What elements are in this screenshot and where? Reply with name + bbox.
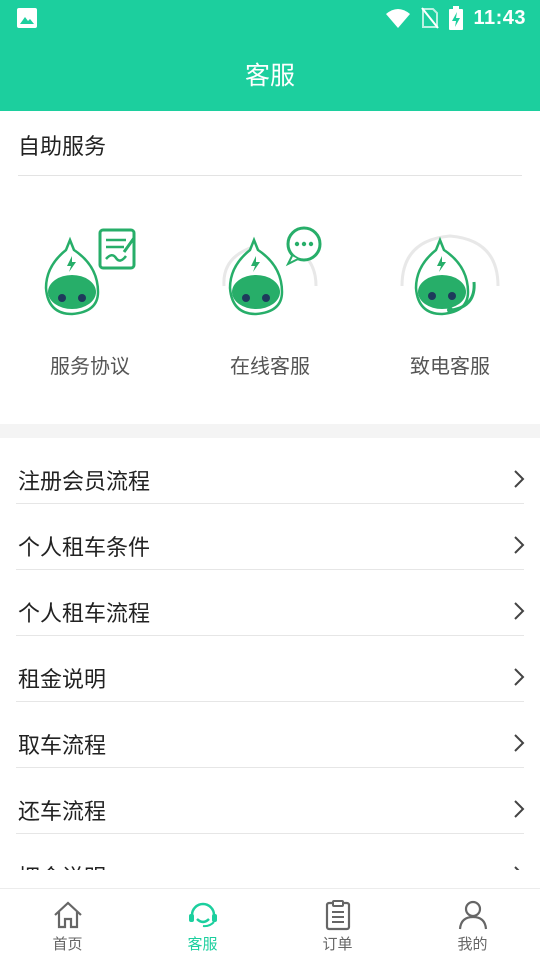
chevron-right-icon [514,602,525,620]
section-title: 自助服务 [18,135,107,160]
list-item[interactable]: 还车流程 [0,768,540,834]
chevron-right-icon [514,668,525,686]
agreement-icon [44,228,136,316]
chevron-right-icon [514,734,525,752]
wifi-icon [386,9,411,28]
list-item-label: 注册会员流程 [18,470,151,495]
service-label: 致电客服 [410,354,490,378]
no-sim-icon [421,7,440,29]
chat-icon [222,226,322,316]
faq-list: 注册会员流程 个人租车条件 个人租车流程 租金说明 取车流程 还车流程 押金说明 [0,438,540,870]
person-icon [458,900,487,930]
list-item[interactable]: 个人租车条件 [0,504,540,570]
chevron-right-icon [514,800,525,818]
list-item-label: 取车流程 [18,734,107,759]
service-online-chat[interactable]: 在线客服 [180,176,360,424]
service-label: 在线客服 [230,354,310,378]
chevron-right-icon [514,866,520,870]
nav-profile[interactable]: 我的 [405,889,540,960]
list-item-label: 个人租车流程 [18,602,151,627]
service-agreement[interactable]: 服务协议 [0,176,180,424]
list-item-label: 押金说明 [18,860,106,870]
battery-charging-icon [449,6,464,30]
customer-service-icon [188,902,217,928]
list-item-label: 个人租车条件 [18,536,151,561]
list-item[interactable]: 个人租车流程 [0,570,540,636]
page-title: 客服 [244,61,295,90]
headset-icon [400,234,500,316]
list-item[interactable]: 租金说明 [0,636,540,702]
nav-label: 我的 [457,935,488,953]
self-service-grid: 服务协议 在线客服 致电客服 [0,176,540,424]
nav-label: 订单 [322,935,353,953]
nav-home[interactable]: 首页 [0,889,135,960]
nav-label: 客服 [187,935,218,953]
list-item[interactable]: 取车流程 [0,702,540,768]
clipboard-icon [325,900,350,931]
chevron-right-icon [514,470,525,488]
gallery-icon [17,8,37,28]
service-phone[interactable]: 致电客服 [360,176,540,424]
list-item[interactable]: 押金说明 [0,834,540,870]
service-label: 服务协议 [50,354,130,378]
clock: 11:43 [473,6,526,29]
nav-orders[interactable]: 订单 [270,889,405,960]
section-separator [0,424,540,438]
nav-label: 首页 [52,935,83,953]
bottom-nav: 首页 客服 订单 我的 [0,888,540,960]
app-bar: 客服 [0,36,540,111]
chevron-right-icon [514,536,525,554]
home-icon [53,901,82,929]
list-item-label: 还车流程 [18,800,107,825]
status-bar: 11:43 [0,0,540,36]
self-service-header: 自助服务 [0,111,540,175]
nav-customer-service[interactable]: 客服 [135,889,270,960]
list-item[interactable]: 注册会员流程 [0,438,540,504]
list-item-label: 租金说明 [18,668,107,693]
